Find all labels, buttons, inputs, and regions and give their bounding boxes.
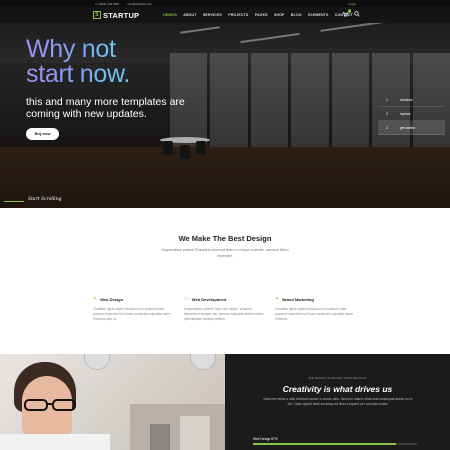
cart-count-badge: 0: [347, 9, 351, 13]
hero-subtitle: this and many more templates are coming …: [26, 96, 185, 120]
nav-about[interactable]: ABOUT: [180, 7, 200, 23]
start-scrolling-link[interactable]: Start Scrolling: [28, 197, 62, 202]
email-link[interactable]: info@website.com: [128, 2, 153, 6]
feature-web-development: ▭ Web Development Suspendisse potenti. N…: [184, 296, 266, 321]
skill-progress-fill: [253, 443, 396, 445]
nav-blog[interactable]: BLOG: [288, 7, 305, 23]
hero-title: Why not start now.: [26, 35, 130, 88]
nav-menu: DEMOS ABOUT SERVICES PROJECTS PAGES SHOP…: [160, 7, 356, 23]
creativity-title: Creativity is what drives us: [282, 384, 393, 394]
nav-icons: 0: [342, 7, 360, 23]
pendant-lamp: [190, 354, 216, 370]
slide-label: get started: [400, 125, 416, 130]
glasses: [24, 399, 76, 411]
team-photo: [0, 354, 225, 450]
feature-title: Web Development: [191, 296, 227, 302]
creativity-eyebrow: WE BRING WINNING WEB DESIGN: [308, 376, 367, 380]
hero-section: Why not start now. this and many more te…: [0, 7, 450, 208]
logo-text: STARTUP: [103, 10, 140, 20]
office-background: [150, 424, 170, 450]
monitor-icon: ▭: [184, 296, 189, 302]
pen-icon: ✎: [93, 296, 98, 302]
star-icon: ✦: [275, 296, 280, 302]
slider-item-solutions[interactable]: 1 solutions: [378, 93, 445, 107]
slide-number: 3: [386, 125, 388, 130]
slide-number: 1: [386, 97, 388, 102]
nav-elements[interactable]: ELEMENTS: [305, 7, 332, 23]
person-body: [0, 434, 110, 450]
office-background: [180, 416, 210, 450]
site-logo[interactable]: S STARTUP: [93, 10, 139, 20]
slide-number: 2: [386, 111, 388, 116]
slider-item-get-started[interactable]: 3 get started: [378, 121, 445, 135]
creativity-section: WE BRING WINNING WEB DESIGN Creativity i…: [225, 354, 450, 450]
slide-label: explore: [400, 111, 411, 116]
slider-item-explore[interactable]: 2 explore: [378, 107, 445, 121]
nav-shop[interactable]: SHOP: [271, 7, 288, 23]
nav-demos[interactable]: DEMOS: [160, 7, 180, 23]
nav-pages[interactable]: PAGES: [252, 7, 271, 23]
feature-title: Brand Marketing: [282, 296, 314, 302]
scroll-indicator-line: [4, 201, 24, 202]
pendant-lamp: [84, 354, 110, 370]
feature-web-design: ✎ Web Design Curabitur ligula sapien tin…: [93, 296, 175, 321]
feature-body: Suspendisse potenti. Nunc nec neque. Viv…: [184, 307, 264, 321]
slide-label: solutions: [400, 97, 413, 102]
search-icon[interactable]: [354, 11, 360, 19]
feature-body: Curabitur ligula sapien tincidunt non eu…: [275, 307, 353, 321]
cart-icon[interactable]: 0: [342, 9, 351, 19]
phone-text: +1 (824) 123 4567: [95, 1, 120, 6]
hero-slider-nav: 1 solutions 2 explore 3 get started: [378, 93, 445, 135]
main-navbar: S STARTUP DEMOS ABOUT SERVICES PROJECTS …: [0, 7, 450, 23]
section-title: We Make The Best Design: [178, 234, 272, 243]
section-description: Suspendisse potenti Phasellus euismod li…: [161, 248, 289, 258]
skill-label: Web Design 87%: [253, 437, 278, 441]
feature-brand-marketing: ✦ Brand Marketing Curabitur ligula sapie…: [275, 296, 357, 321]
login-link[interactable]: Login: [349, 2, 356, 6]
buy-now-button[interactable]: Buy now: [26, 128, 59, 140]
office-background: [130, 404, 225, 450]
top-bar: +1 (824) 123 4567 info@website.com Login: [0, 0, 450, 7]
nav-projects[interactable]: PROJECTS: [225, 7, 252, 23]
nav-services[interactable]: SERVICES: [200, 7, 225, 23]
creativity-description: Nam nec tellus a odio tincidunt auctor a…: [263, 397, 413, 406]
skill-progress-track: [253, 443, 417, 445]
feature-title: Web Design: [100, 296, 124, 302]
feature-body: Curabitur ligula sapien tincidunt non eu…: [93, 307, 171, 321]
logo-mark: S: [93, 11, 101, 19]
